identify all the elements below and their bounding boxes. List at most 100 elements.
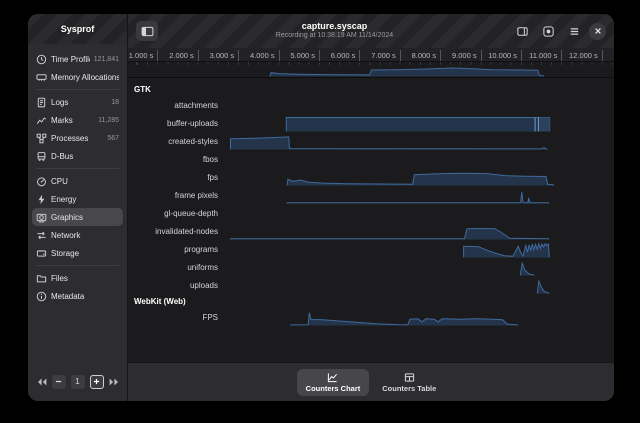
time-ruler[interactable]: 1.000 s2.000 s3.000 s4.000 s5.000 s6.000…: [128, 48, 614, 62]
sidebar-item-label: Memory Allocations: [51, 73, 119, 82]
view-switcher-bar: Counters Chart Counters Table: [128, 362, 614, 401]
sidebar-item-storage[interactable]: Storage: [32, 244, 123, 262]
record-again-button[interactable]: [537, 21, 559, 41]
app-title: Sysprof: [61, 24, 95, 34]
section-label: WebKit (Web): [134, 297, 186, 306]
counter-row-attachments[interactable]: attachments: [128, 96, 614, 114]
sysprof-window: Sysprof Time Profiler121,841Memory Alloc…: [28, 14, 614, 401]
sidebar-item-metadata[interactable]: Metadata: [32, 287, 123, 305]
header-bar: capture.syscap Recording at 10:38:19 AM …: [128, 14, 614, 48]
sidebar-item-network[interactable]: Network: [32, 226, 123, 244]
seek-backward-icon: [37, 378, 47, 386]
counter-label: fps: [128, 168, 218, 186]
processes-icon: [36, 133, 47, 144]
tab-counters-table-label: Counters Table: [382, 384, 436, 393]
zoom-in-button[interactable]: [90, 375, 104, 389]
ruler-tick-label: 12.000 s: [546, 51, 598, 60]
counter-row-fbos[interactable]: fbos: [128, 150, 614, 168]
window-titles: capture.syscap Recording at 10:38:19 AM …: [164, 21, 505, 41]
sidebar-item-energy[interactable]: Energy: [32, 190, 123, 208]
sidebar-item-marks[interactable]: Marks11,285: [32, 111, 123, 129]
counter-row-created-styles[interactable]: created-styles: [128, 132, 614, 150]
counter-label: uploads: [128, 276, 218, 294]
counter-label: FPS: [128, 308, 218, 326]
zoom-out-button[interactable]: [52, 375, 66, 389]
sidebar-item-graphics[interactable]: Graphics: [32, 208, 123, 226]
sidebar-separator: [36, 265, 119, 266]
close-window-button[interactable]: [589, 23, 606, 40]
clock-icon: [36, 54, 47, 65]
memory-icon: [36, 72, 47, 83]
storage-icon: [36, 248, 47, 259]
graphics-icon: [36, 212, 47, 223]
sidebar-item-processes[interactable]: Processes 567: [32, 129, 123, 147]
counter-row-uniforms[interactable]: uniforms: [128, 258, 614, 276]
sidebar-item-memory-allocations[interactable]: Memory Allocations: [32, 68, 123, 86]
utility-pane-button[interactable]: [511, 21, 533, 41]
section-divider: [128, 77, 614, 78]
counter-row-fps[interactable]: fps: [128, 168, 614, 186]
tab-counters-chart[interactable]: Counters Chart: [297, 369, 370, 396]
sidebar-item-label: Time Profiler: [51, 55, 90, 64]
sidebar-item-label: Logs: [51, 98, 107, 107]
sidebar-item-label: Marks: [51, 116, 94, 125]
section-header: WebKit (Web): [128, 294, 614, 308]
sidebar-item-label: Processes: [51, 134, 103, 143]
overview-chart: [128, 62, 613, 77]
sidebar-item-files[interactable]: Files: [32, 269, 123, 287]
logs-icon: [36, 97, 47, 108]
counter-row-uploads[interactable]: uploads: [128, 276, 614, 294]
sidebar-separator: [36, 168, 119, 169]
metadata-icon: [36, 291, 47, 302]
record-again-icon: [542, 25, 555, 38]
seek-backward-button[interactable]: [37, 378, 47, 386]
main-menu-button[interactable]: [563, 21, 585, 41]
sidebar-item-label: Graphics: [51, 213, 119, 222]
sidebar-item-logs[interactable]: Logs 18: [32, 93, 123, 111]
sidebar-separator: [36, 89, 119, 90]
counter-row-frame-pixels[interactable]: frame pixels: [128, 186, 614, 204]
counter-label: attachments: [128, 96, 218, 114]
counter-label: gl-queue-depth: [128, 204, 218, 222]
seek-forward-icon: [109, 378, 119, 386]
capture-title: capture.syscap: [164, 21, 505, 32]
sidebar-header: Sysprof: [28, 14, 127, 44]
sidebar: Sysprof Time Profiler121,841Memory Alloc…: [28, 14, 128, 401]
sidebar-item-label: Network: [51, 231, 119, 240]
counter-label: programs: [128, 240, 218, 258]
zoom-reset-button[interactable]: 1: [71, 375, 85, 389]
counter-row-fps[interactable]: FPS: [128, 308, 614, 326]
sidebar-item-label: Energy: [51, 195, 119, 204]
sidebar-item-count: 18: [111, 99, 119, 106]
utility-pane-icon: [516, 25, 529, 38]
sidebar-item-label: Files: [51, 274, 119, 283]
sidebar-item-label: D-Bus: [51, 152, 119, 161]
capture-subtitle: Recording at 10:38:19 AM 11/14/2024: [164, 32, 505, 41]
table-icon: [404, 372, 415, 383]
sidebar-item-label: Storage: [51, 249, 119, 258]
network-icon: [36, 230, 47, 241]
tab-counters-table[interactable]: Counters Table: [373, 369, 445, 396]
tab-counters-chart-label: Counters Chart: [306, 384, 361, 393]
counter-row-buffer-uploads[interactable]: buffer-uploads: [128, 114, 614, 132]
chart-icon: [327, 372, 338, 383]
sidebar-item-count: 567: [107, 135, 119, 142]
files-icon: [36, 273, 47, 284]
counter-label: invalidated-nodes: [128, 222, 218, 240]
sidebar-item-d-bus[interactable]: D-Bus: [32, 147, 123, 165]
minus-icon: [55, 378, 62, 385]
seek-forward-button[interactable]: [109, 378, 119, 386]
counters-rows: GTKattachmentsbuffer-uploadscreated-styl…: [128, 82, 614, 326]
sidebar-item-cpu[interactable]: CPU: [32, 172, 123, 190]
counter-row-invalidated-nodes[interactable]: invalidated-nodes: [128, 222, 614, 240]
dbus-icon: [36, 151, 47, 162]
sidebar-item-label: CPU: [51, 177, 119, 186]
sidebar-toggle-button[interactable]: [136, 21, 158, 41]
ruler-tick: [602, 50, 603, 61]
counter-label: uniforms: [128, 258, 218, 276]
counter-row-gl-queue-depth[interactable]: gl-queue-depth: [128, 204, 614, 222]
counters-chart-area[interactable]: GTKattachmentsbuffer-uploadscreated-styl…: [128, 62, 614, 362]
counter-row-programs[interactable]: programs: [128, 240, 614, 258]
section-header: GTK: [128, 82, 614, 96]
sidebar-nav: Time Profiler121,841Memory AllocationsLo…: [28, 44, 127, 362]
